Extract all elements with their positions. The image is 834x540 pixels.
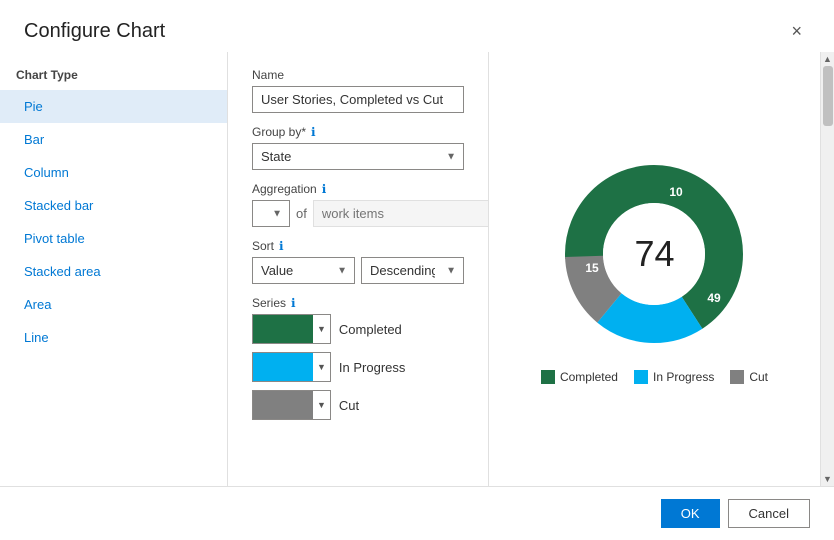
donut-chart: 10 15 49 74 — [554, 154, 754, 354]
svg-text:10: 10 — [670, 185, 684, 199]
aggregation-label: Aggregation ℹ — [252, 182, 464, 196]
config-panel: Name Group by* ℹ State Iteration Area As… — [228, 52, 488, 486]
aggregation-row: Count Sum Average ▼ of — [252, 200, 464, 227]
series-color-chevron-in-progress[interactable]: ▼ — [313, 362, 330, 372]
dialog-body: Chart Type Pie Bar Column Stacked bar Pi… — [0, 52, 834, 486]
aggregation-info-icon[interactable]: ℹ — [322, 182, 327, 196]
chart-container: 10 15 49 74 Completed In Progress — [541, 154, 768, 384]
group-by-select[interactable]: State Iteration Area Assigned To — [252, 143, 464, 170]
chart-type-item-stacked-bar[interactable]: Stacked bar — [0, 189, 227, 222]
series-color-chevron-completed[interactable]: ▼ — [313, 324, 330, 334]
svg-text:49: 49 — [708, 291, 722, 305]
series-name-in-progress: In Progress — [339, 360, 405, 375]
dialog-footer: OK Cancel — [0, 486, 834, 540]
dialog-title: Configure Chart — [24, 20, 165, 43]
chart-legend: Completed In Progress Cut — [541, 370, 768, 384]
chart-type-item-stacked-area[interactable]: Stacked area — [0, 255, 227, 288]
legend-label-cut: Cut — [749, 370, 768, 384]
chart-type-item-pie[interactable]: Pie — [0, 90, 227, 123]
of-text: of — [296, 206, 307, 221]
aggregation-select-wrapper: Count Sum Average ▼ — [252, 200, 290, 227]
series-info-icon[interactable]: ℹ — [291, 296, 296, 310]
legend-label-completed: Completed — [560, 370, 618, 384]
aggregation-select[interactable]: Count Sum Average — [252, 200, 290, 227]
series-row-in-progress: ▼ In Progress — [252, 352, 464, 382]
series-row-completed: ▼ Completed — [252, 314, 464, 344]
scrollbar-panel: ▲ ▼ — [820, 52, 834, 486]
legend-item-cut: Cut — [730, 370, 768, 384]
chart-type-item-bar[interactable]: Bar — [0, 123, 227, 156]
chart-type-item-area[interactable]: Area — [0, 288, 227, 321]
name-label: Name — [252, 68, 464, 82]
group-by-select-wrapper: State Iteration Area Assigned To ▼ — [252, 143, 464, 170]
legend-label-in-progress: In Progress — [653, 370, 714, 384]
series-row-cut: ▼ Cut — [252, 390, 464, 420]
scrollbar-thumb[interactable] — [823, 66, 833, 126]
sort-value-select[interactable]: Value Label Count — [252, 257, 355, 284]
legend-color-cut — [730, 370, 744, 384]
configure-chart-dialog: Configure Chart × Chart Type Pie Bar Col… — [0, 0, 834, 540]
work-items-input[interactable] — [313, 200, 488, 227]
close-button[interactable]: × — [783, 18, 810, 44]
series-name-completed: Completed — [339, 322, 402, 337]
svg-text:15: 15 — [586, 261, 600, 275]
scroll-down-arrow[interactable]: ▼ — [821, 472, 834, 486]
legend-item-in-progress: In Progress — [634, 370, 714, 384]
group-by-label: Group by* ℹ — [252, 125, 464, 139]
series-color-cut[interactable]: ▼ — [252, 390, 331, 420]
sort-value-select-wrapper: Value Label Count ▼ — [252, 257, 355, 284]
series-color-chevron-cut[interactable]: ▼ — [313, 400, 330, 410]
sort-info-icon[interactable]: ℹ — [279, 239, 284, 253]
chart-type-panel: Chart Type Pie Bar Column Stacked bar Pi… — [0, 52, 228, 486]
legend-color-in-progress — [634, 370, 648, 384]
dialog-header: Configure Chart × — [0, 0, 834, 52]
chart-center-value: 74 — [634, 233, 674, 275]
ok-button[interactable]: OK — [661, 499, 720, 528]
chart-type-item-pivot-table[interactable]: Pivot table — [0, 222, 227, 255]
preview-panel: 10 15 49 74 Completed In Progress — [488, 52, 820, 486]
chart-type-item-column[interactable]: Column — [0, 156, 227, 189]
legend-item-completed: Completed — [541, 370, 618, 384]
sort-row: Value Label Count ▼ Descending Ascending… — [252, 257, 464, 284]
group-by-info-icon[interactable]: ℹ — [311, 125, 316, 139]
sort-direction-select-wrapper: Descending Ascending ▼ — [361, 257, 464, 284]
series-color-completed[interactable]: ▼ — [252, 314, 331, 344]
chart-type-item-line[interactable]: Line — [0, 321, 227, 354]
series-label: Series ℹ — [252, 296, 464, 310]
sort-label: Sort ℹ — [252, 239, 464, 253]
cancel-button[interactable]: Cancel — [728, 499, 810, 528]
name-input[interactable] — [252, 86, 464, 113]
series-section: Series ℹ ▼ Completed ▼ — [252, 296, 464, 420]
sort-direction-select[interactable]: Descending Ascending — [361, 257, 464, 284]
series-color-in-progress[interactable]: ▼ — [252, 352, 331, 382]
chart-type-label: Chart Type — [0, 68, 227, 90]
series-name-cut: Cut — [339, 398, 359, 413]
scroll-up-arrow[interactable]: ▲ — [821, 52, 834, 66]
scrollbar-track[interactable] — [821, 66, 834, 472]
legend-color-completed — [541, 370, 555, 384]
